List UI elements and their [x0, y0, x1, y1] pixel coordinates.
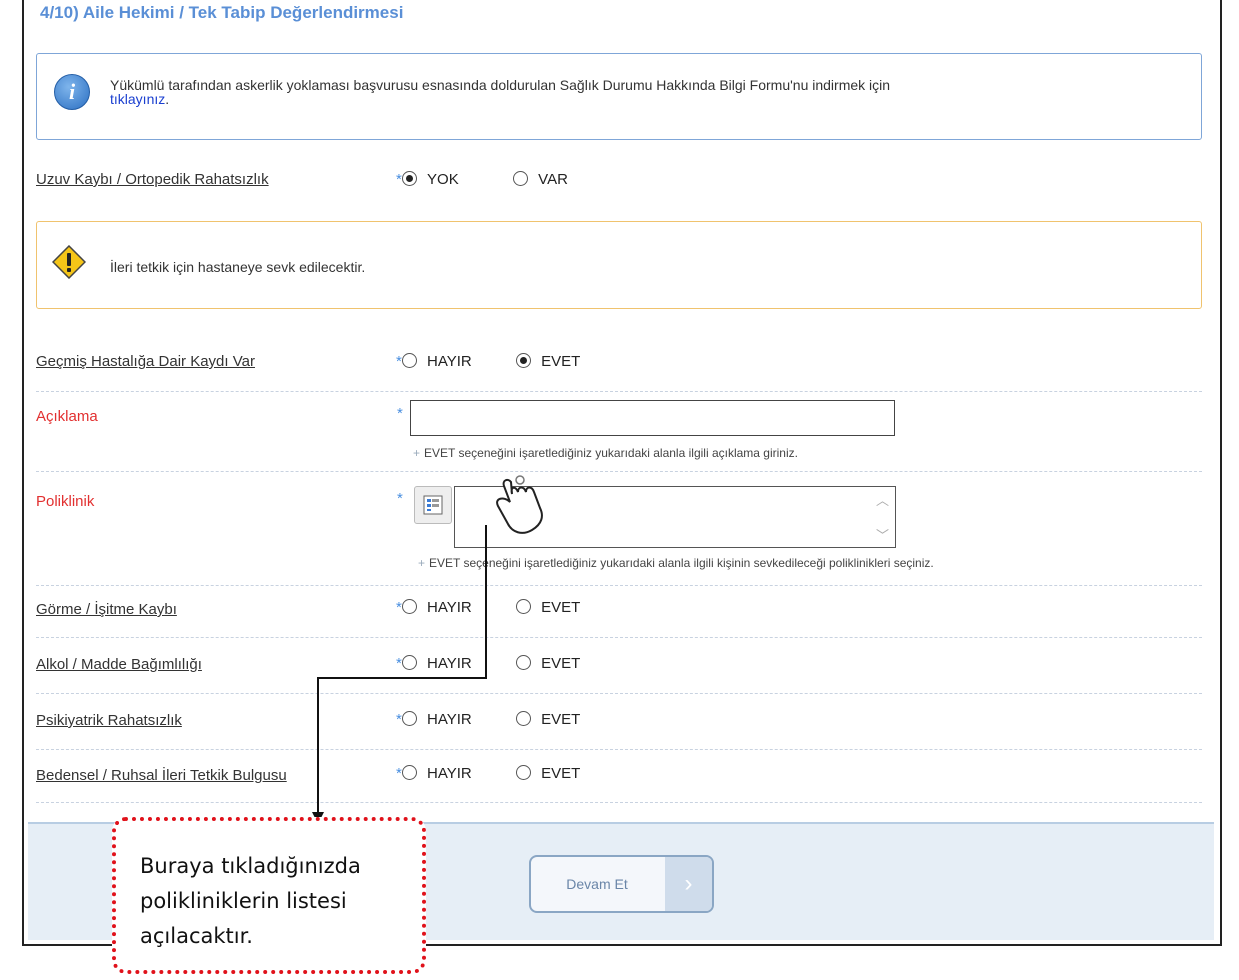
callout-box: Buraya tıkladığınızda polikliniklerin li…	[112, 817, 426, 974]
callout-text: Buraya tıkladığınızda polikliniklerin li…	[140, 854, 361, 948]
callout-connector	[317, 525, 487, 814]
hand-pointer-icon	[496, 475, 543, 534]
